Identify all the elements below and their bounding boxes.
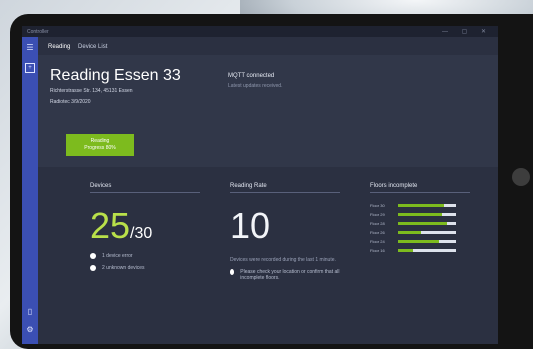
reading-header: Reading Essen 33 Richterstrasse Str. 134…	[38, 55, 498, 167]
reading-rate-title: Reading Rate	[230, 183, 340, 193]
devices-panel: Devices 25/30 1 device error 2 unknown d…	[90, 183, 200, 271]
main-content: Reading Device List Reading Essen 33 Ric…	[38, 37, 498, 344]
floor-progress-fill	[398, 204, 445, 207]
window-controls[interactable]: — ▢ ✕	[442, 28, 492, 35]
floor-progress-fill	[398, 222, 448, 225]
hamburger-menu-icon[interactable]: ☰	[25, 43, 35, 53]
floor-progress-fill	[398, 240, 439, 243]
page-title: Reading Essen 33	[50, 67, 181, 84]
warning-icon	[230, 269, 235, 275]
floor-progress-bar	[398, 222, 456, 225]
floor-row[interactable]: Floor 28	[370, 219, 470, 228]
alert-icon	[90, 265, 96, 271]
nav-rail: ☰ + ▯ ⚙	[22, 37, 38, 344]
warning-text: Please check your location or confirm th…	[240, 269, 340, 281]
window-titlebar: Controller — ▢ ✕	[22, 26, 498, 37]
floor-label: Floor 26	[370, 230, 385, 235]
top-navigation: Reading Device List	[48, 44, 113, 50]
floor-progress-bar	[398, 249, 456, 252]
floor-label: Floor 16	[370, 248, 385, 253]
home-button	[512, 168, 530, 186]
reading-button[interactable]: Reading Progress 80%	[66, 134, 134, 156]
tab-reading[interactable]: Reading	[48, 44, 70, 50]
floor-row[interactable]: Floor 26	[370, 228, 470, 237]
mqtt-detail: Latest updates received.	[228, 83, 283, 89]
reading-rate-note: Devices were recorded during the last 1 …	[230, 257, 336, 263]
floor-label: Floor 29	[370, 212, 385, 217]
reading-button-progress: Progress 80%	[84, 145, 116, 151]
floors-list: Floor 30 Floor 29 Floor 28 Floor 26 Floor 24…	[370, 201, 470, 255]
floor-row[interactable]: Floor 30	[370, 201, 470, 210]
add-icon[interactable]: +	[25, 63, 35, 73]
reading-rate-value: 10	[230, 205, 271, 246]
floor-progress-fill	[398, 231, 422, 234]
floors-title: Floors incomplete	[370, 183, 470, 193]
floor-progress-fill	[398, 213, 442, 216]
reading-rate-panel: Reading Rate 10 Devices were recorded du…	[230, 183, 340, 281]
devices-title: Devices	[90, 183, 200, 193]
settings-gear-icon[interactable]: ⚙	[25, 325, 35, 335]
floors-panel: Floors incomplete Floor 30 Floor 29 Floor …	[370, 183, 470, 255]
floor-label: Floor 28	[370, 221, 385, 226]
devices-count-value: 25	[90, 205, 131, 246]
devices-total: /30	[130, 225, 153, 242]
floor-label: Floor 30	[370, 203, 385, 208]
alert-icon	[90, 253, 96, 259]
address-text: Richterstrasse Str. 134, 45131 Essen	[50, 88, 133, 94]
floor-row[interactable]: Floor 29	[370, 210, 470, 219]
floor-row[interactable]: Floor 24	[370, 237, 470, 246]
tab-device-list[interactable]: Device List	[78, 44, 107, 50]
mqtt-status: MQTT connected	[228, 73, 275, 79]
window-title: Controller	[27, 29, 49, 35]
app-screen: Controller — ▢ ✕ ☰ + ▯ ⚙ Reading Device …	[22, 26, 498, 344]
floor-progress-fill	[398, 249, 413, 252]
status-text: Radiotec 3/9/2020	[50, 99, 91, 105]
floor-row[interactable]: Floor 16	[370, 246, 470, 255]
floor-progress-bar	[398, 240, 456, 243]
devices-count: 25/30	[90, 205, 200, 247]
floor-progress-bar	[398, 204, 456, 207]
reading-button-label: Reading	[90, 138, 110, 144]
unknown-devices-row[interactable]: 2 unknown devices	[90, 265, 200, 271]
device-error-row[interactable]: 1 device error	[90, 253, 200, 259]
floor-progress-bar	[398, 231, 456, 234]
floor-progress-bar	[398, 213, 456, 216]
floor-label: Floor 24	[370, 239, 385, 244]
warning-row: Please check your location or confirm th…	[230, 269, 340, 281]
document-icon[interactable]: ▯	[25, 307, 35, 317]
unknown-devices-text: 2 unknown devices	[102, 265, 145, 271]
device-error-text: 1 device error	[102, 253, 133, 259]
